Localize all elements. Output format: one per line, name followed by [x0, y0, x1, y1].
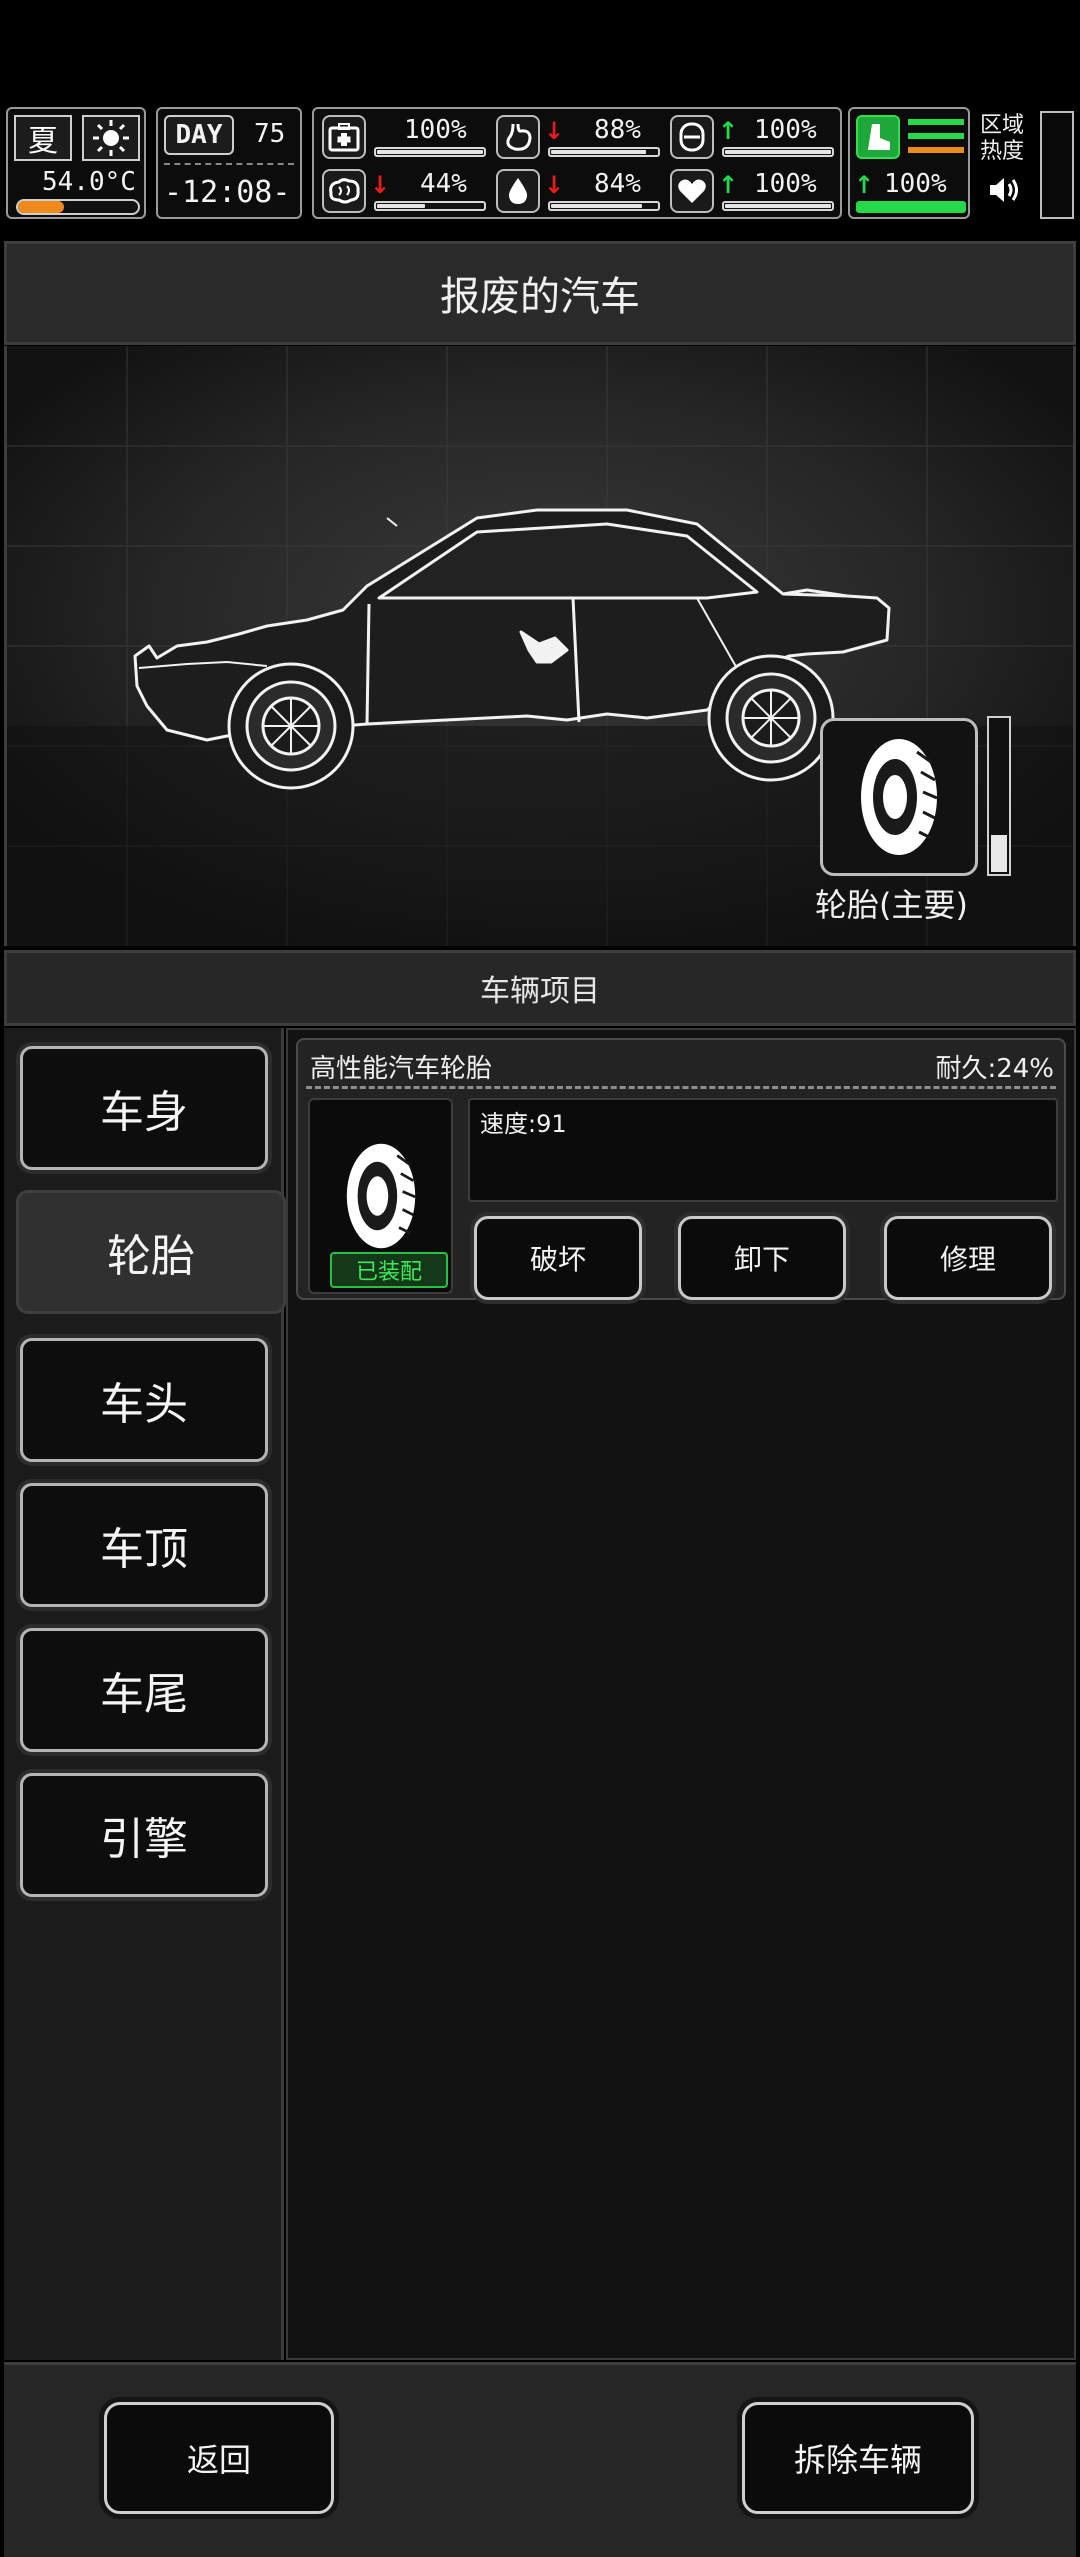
stat-hunger-trend: ↓: [544, 117, 565, 145]
zone-heat-label: 区域热度: [980, 113, 1025, 164]
water-drop-icon: [496, 169, 540, 213]
stamina-trend: ↑: [854, 171, 875, 199]
category-tire[interactable]: 轮胎: [16, 1190, 286, 1314]
category-list: 车身 轮胎 车头 车顶 车尾 引擎: [4, 1028, 286, 2360]
equipped-badge: 已装配: [330, 1252, 448, 1288]
brain-icon: [322, 169, 366, 213]
category-roof[interactable]: 车顶: [20, 1483, 268, 1607]
stat-sanity-bar: [374, 201, 486, 211]
category-engine[interactable]: 引擎: [20, 1773, 268, 1897]
stomach-icon: [496, 115, 540, 159]
page-title-text: 报废的汽车: [440, 274, 640, 320]
stat-mood-value: 100%: [754, 169, 817, 199]
item-name: 高性能汽车轮胎: [310, 1054, 493, 1084]
zone-heat[interactable]: 区域热度: [980, 113, 1040, 213]
heart-icon: [670, 169, 714, 213]
category-front[interactable]: 车头: [20, 1338, 268, 1462]
stat-hunger-bar: [548, 147, 660, 157]
stat-thirst-bar: [548, 201, 660, 211]
repair-button[interactable]: 修理: [884, 1216, 1052, 1300]
unequip-button[interactable]: 卸下: [678, 1216, 846, 1300]
stat-sanity-value: 44%: [420, 169, 467, 199]
stamina-value: 100%: [884, 169, 947, 199]
vital-stats-panel: 100% ↓ 88% ↑ 100% ↓ 44% ↓ 84% ↑ 100%: [312, 107, 842, 219]
stamina-bar: [856, 201, 966, 213]
item-speed-stat: 速度:91: [480, 1110, 567, 1138]
stat-health-value: 100%: [404, 115, 467, 145]
thermometer-bar: [16, 199, 140, 215]
stat-armor-value: 100%: [754, 115, 817, 145]
section-header: 车辆项目: [4, 950, 1076, 1026]
vehicle-scene: 轮胎(主要): [4, 346, 1076, 946]
item-durability: 耐久:24%: [935, 1054, 1054, 1084]
sun-icon: [82, 115, 140, 161]
stat-sanity-trend: ↓: [370, 171, 391, 199]
stat-hunger-value: 88%: [594, 115, 641, 145]
section-title: 车辆项目: [480, 974, 600, 1009]
item-thumbnail: 已装配: [308, 1098, 453, 1294]
destroy-button[interactable]: 破坏: [474, 1216, 642, 1300]
category-body[interactable]: 车身: [20, 1046, 268, 1170]
day-time-panel: DAY 75 -12:08-: [156, 107, 302, 219]
dismantle-vehicle-button[interactable]: 拆除车辆: [742, 2402, 974, 2514]
stat-armor-trend: ↑: [718, 117, 739, 145]
day-badge: DAY: [164, 115, 234, 155]
category-rear[interactable]: 车尾: [20, 1628, 268, 1752]
stamina-panel: ↑ 100%: [848, 107, 970, 219]
page-title: 报废的汽车: [4, 241, 1076, 345]
shield-icon: [670, 115, 714, 159]
tire-slot-label: 轮胎(主要): [815, 886, 968, 924]
divider: [306, 1086, 1056, 1089]
season-label: 夏: [28, 124, 58, 159]
back-button[interactable]: 返回: [104, 2402, 334, 2514]
stat-thirst-trend: ↓: [544, 171, 565, 199]
clock-readout: -12:08-: [164, 175, 291, 210]
zone-heat-gauge: [1040, 111, 1074, 219]
temperature-readout: 54.0°C: [42, 167, 136, 197]
item-card[interactable]: 高性能汽车轮胎 耐久:24% 已装配 速度:91 破坏 卸下 修理: [296, 1038, 1066, 1300]
stat-armor-bar: [722, 147, 834, 157]
item-stats: 速度:91: [468, 1098, 1058, 1202]
tire-icon: [346, 1143, 416, 1249]
stat-health-bar: [374, 147, 486, 157]
season-badge: 夏: [14, 115, 72, 161]
tire-icon: [861, 739, 938, 855]
tire-slot[interactable]: [820, 718, 978, 876]
day-number: 75: [254, 119, 286, 149]
stat-mood-bar: [722, 201, 834, 211]
medkit-icon: [322, 115, 366, 159]
stat-mood-trend: ↑: [718, 171, 739, 199]
stat-thirst-value: 84%: [594, 169, 641, 199]
weather-panel: 夏 54.0°C: [6, 107, 146, 219]
speaker-icon[interactable]: [988, 175, 1022, 205]
day-label: DAY: [175, 120, 223, 150]
item-list: 高性能汽车轮胎 耐久:24% 已装配 速度:91 破坏 卸下 修理: [286, 1028, 1076, 2360]
boot-icon: [856, 115, 900, 159]
status-hud: 夏 54.0°C DAY 75 -12:08- 100% ↓ 88% ↑ 100…: [0, 107, 1080, 225]
tire-durability-gauge: [987, 716, 1011, 876]
